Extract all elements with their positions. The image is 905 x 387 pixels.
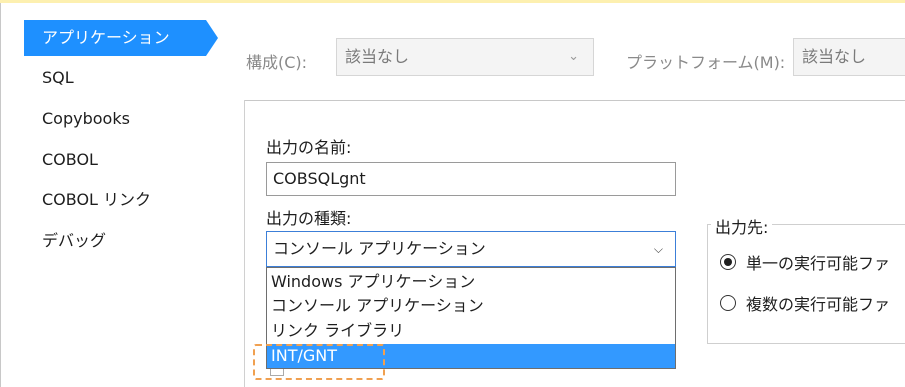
chevron-down-icon: ⌵ [653, 242, 663, 256]
multiple-exe-label: 複数の実行可能ファ [746, 295, 891, 314]
chevron-down-icon: ⌄ [568, 49, 579, 64]
selection-arrow-icon [206, 20, 218, 56]
config-combo[interactable]: 該当なし ⌄ [336, 38, 594, 76]
multiple-exe-radio[interactable] [720, 295, 736, 311]
vertical-divider [244, 100, 245, 387]
sidebar-item-application[interactable]: アプリケーション [24, 20, 206, 56]
platform-combo[interactable]: 該当なし [793, 38, 905, 76]
sidebar-item-sql[interactable]: SQL [24, 60, 74, 96]
sidebar-item-debug[interactable]: デバッグ [24, 223, 106, 259]
destination-title: 出力先: [711, 214, 773, 238]
output-name-label: 出力の名前: [266, 138, 352, 157]
destination-groupbox [707, 224, 905, 344]
radio-dot-icon [724, 258, 732, 266]
platform-value: 該当なし [802, 47, 867, 66]
sidebar-item-cobol[interactable]: COBOL [24, 142, 98, 178]
horizontal-divider [244, 100, 905, 101]
config-label: 構成(C): [246, 53, 308, 72]
output-type-value: コンソール アプリケーション [273, 239, 486, 258]
platform-label: プラットフォーム(M): [626, 53, 786, 72]
sidebar-item-copybooks[interactable]: Copybooks [24, 101, 130, 137]
sidebar-border [0, 3, 1, 387]
sidebar-item-cobol-link[interactable]: COBOL リンク [24, 182, 151, 218]
highlight-dashed-frame [253, 344, 385, 380]
output-name-input[interactable]: COBSQLgnt [266, 162, 676, 196]
option-link-library[interactable]: リンク ライブラリ [267, 319, 675, 343]
output-type-select[interactable]: コンソール アプリケーション ⌵ [266, 231, 676, 267]
option-console-app[interactable]: コンソール アプリケーション [267, 294, 675, 318]
single-exe-radio[interactable] [720, 254, 736, 270]
config-value: 該当なし [345, 47, 410, 66]
single-exe-label: 単一の実行可能ファ [746, 254, 891, 273]
output-type-label: 出力の種類: [266, 209, 352, 228]
option-windows-app[interactable]: Windows アプリケーション [267, 270, 675, 294]
